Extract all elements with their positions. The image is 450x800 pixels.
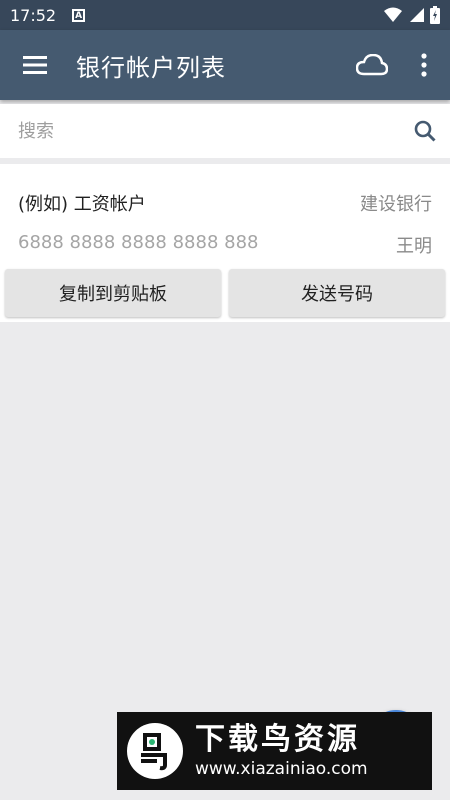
notification-icon: A [72, 8, 86, 22]
menu-icon [23, 56, 47, 74]
menu-button[interactable] [0, 30, 70, 100]
more-options-button[interactable] [398, 30, 450, 100]
signal-icon [410, 8, 424, 22]
wifi-icon [384, 7, 402, 22]
watermark: 下载鸟资源 www.xiazainiao.com [117, 712, 432, 790]
cloud-icon [356, 54, 388, 76]
search-button[interactable] [400, 104, 450, 158]
account-holder: 王明 [396, 236, 432, 257]
search-bar [0, 104, 450, 158]
page-title: 银行帐户列表 [76, 53, 226, 82]
watermark-url: www.xiazainiao.com [195, 759, 368, 779]
account-number: 6888 8888 8888 8888 888 [18, 232, 259, 253]
send-number-button[interactable]: 发送号码 [229, 269, 445, 317]
app-bar: 银行帐户列表 [0, 30, 450, 100]
account-card[interactable]: (例如) 工资帐户 建设银行 6888 8888 8888 8888 888 王… [0, 164, 450, 322]
status-bar: 17:52 A [0, 0, 450, 30]
watermark-name: 下载鸟资源 [195, 722, 360, 757]
watermark-logo [127, 723, 183, 779]
search-icon [414, 120, 436, 142]
status-icons [384, 6, 440, 24]
bird-logo-icon [141, 733, 167, 771]
battery-icon [430, 6, 440, 24]
cloud-sync-button[interactable] [346, 30, 398, 100]
bank-name: 建设银行 [360, 194, 432, 215]
more-vert-icon [421, 53, 427, 77]
account-name: (例如) 工资帐户 [18, 194, 146, 215]
status-time: 17:52 [10, 5, 57, 25]
copy-to-clipboard-button[interactable]: 复制到剪贴板 [5, 269, 221, 317]
search-input[interactable] [0, 104, 400, 158]
